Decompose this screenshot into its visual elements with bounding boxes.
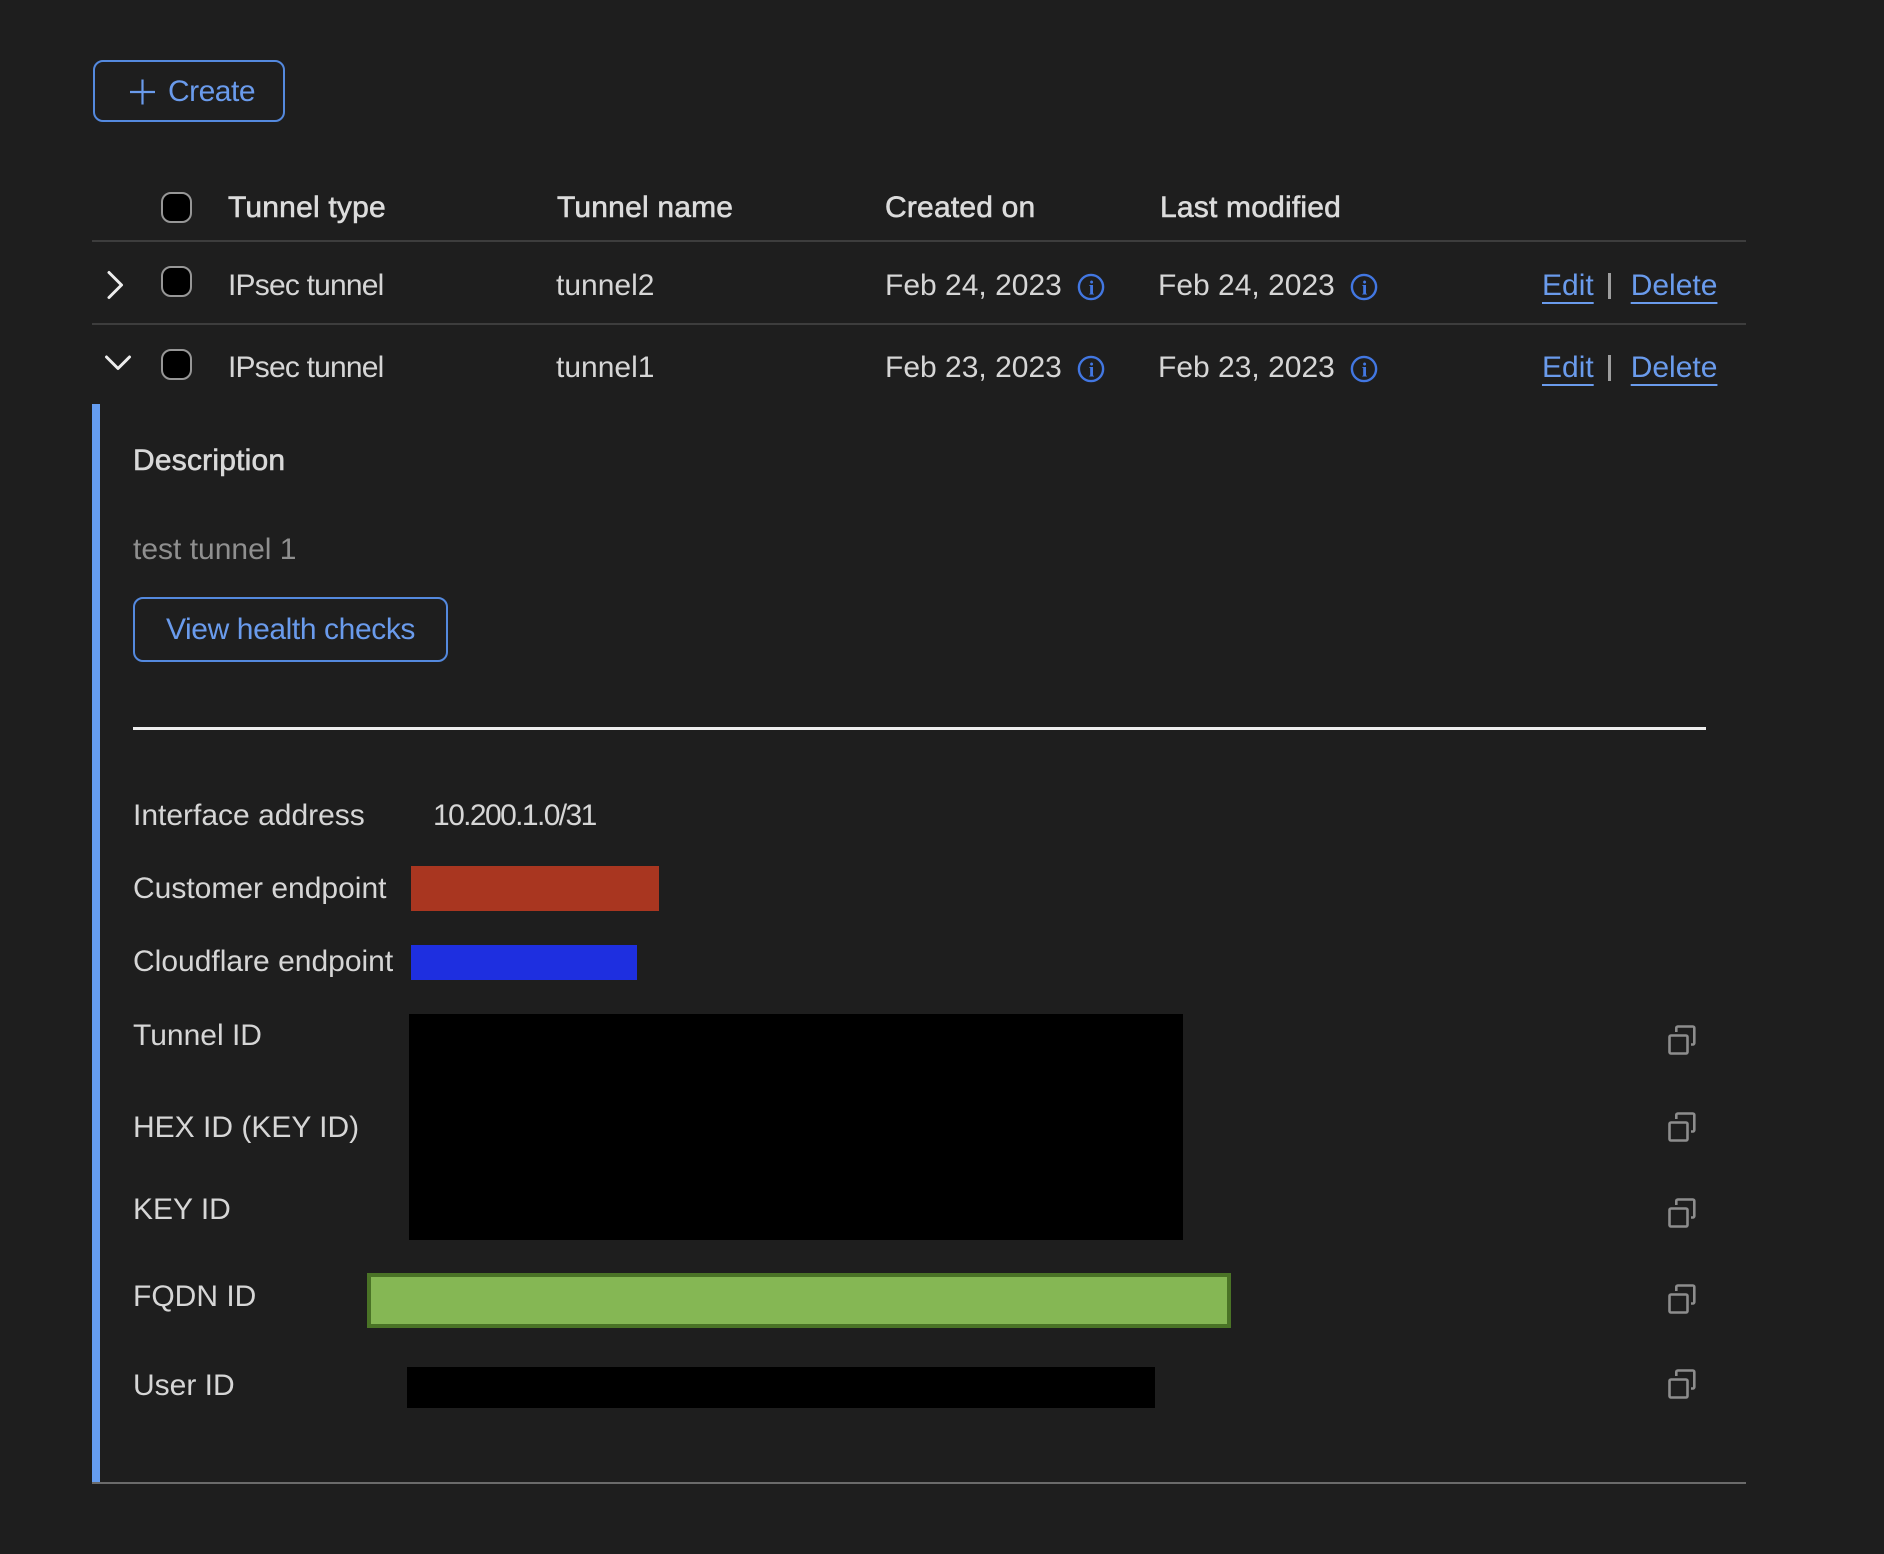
svg-text:i: i [1362,278,1368,300]
svg-text:i: i [1089,360,1095,382]
svg-text:i: i [1089,278,1095,300]
svg-text:i: i [1362,360,1368,382]
